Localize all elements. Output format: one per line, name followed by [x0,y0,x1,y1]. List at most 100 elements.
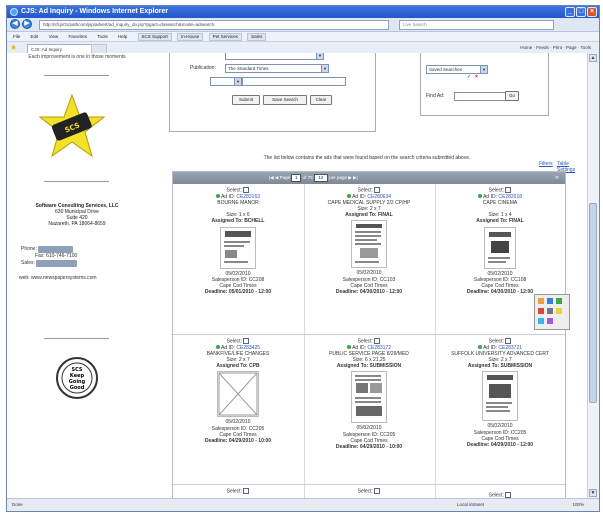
save-search-button[interactable]: Save Search [263,95,307,105]
criteria-select[interactable]: ▼ [210,77,242,86]
menu-edit[interactable]: Edit [31,34,39,39]
ad-title: BANKFIVE/LIFE CHANGES [206,350,270,357]
select-checkbox[interactable] [374,338,381,344]
per-page-select[interactable]: 12 [313,173,328,182]
page-label: Page [279,175,291,180]
scroll-up-arrow[interactable]: ▲ [589,54,597,62]
ad-thumbnail[interactable] [220,226,256,269]
ad-publication: Cape Cod Times [350,437,388,444]
address-input[interactable]: http://sfcjs01/pathcom/jsp/advert/ad_inq… [39,20,389,30]
ad-thumbnail[interactable] [351,371,387,424]
link-sales[interactable]: Sales [247,33,267,41]
feeds-button[interactable]: Feeds [536,45,549,50]
scroll-thumb[interactable] [589,203,597,403]
link-in-house[interactable]: In-House [177,33,204,41]
command-bar: Home · Feeds · Print · Page · Tools [520,45,591,50]
menu-file[interactable]: File [13,34,20,39]
select-checkbox[interactable] [505,187,512,193]
close-button[interactable]: × [587,7,597,17]
title-bar: CJS: Ad Inquiry - Windows Internet Explo… [7,6,599,18]
home-button[interactable]: Home [520,45,532,50]
ad-size: Size: 1 x 6 [226,212,250,219]
last-page-button[interactable]: ▶| [353,175,358,180]
ad-card: Select: Ad ID: CE282018 CAPE CINEMA Size… [435,187,565,295]
criteria-select-top[interactable]: ▼ [225,53,324,60]
ad-publication: Cape Cod Times [481,435,519,442]
select-checkbox[interactable] [374,187,381,193]
select-checkbox[interactable] [374,488,381,494]
page-menu[interactable]: Page [566,45,577,50]
next-page-button[interactable]: ▶ [348,175,351,180]
floating-widget-icon[interactable] [534,294,570,330]
page-input[interactable]: 1 [291,173,302,182]
ad-card: Select: Ad ID: CE280634 CAPE MEDICAL SUP… [304,187,434,295]
grid-tools-icon[interactable]: ⟳ [555,172,559,184]
ie-icon [10,8,18,16]
menu-help[interactable]: Help [118,34,127,39]
link-scs-support[interactable]: SCS Support [137,33,172,41]
ad-salesperson: Salesperson ID: CC205 [211,425,265,432]
maximize-button[interactable]: □ [576,7,586,17]
ad-id-link[interactable]: CE280634 [367,194,391,200]
minimize-button[interactable]: _ [565,7,575,17]
vertical-scrollbar[interactable]: ▲ ▼ [587,53,599,498]
ad-card: Select: Ad ID: CE283163 BOURNE MANOR Siz… [173,187,303,295]
ad-id-link[interactable]: CE283163 [236,194,260,200]
forward-button[interactable]: ▶ [22,19,32,29]
ad-id-link[interactable]: CE283172 [367,345,391,351]
ad-thumbnail[interactable] [484,226,516,269]
ad-thumbnail-placeholder[interactable] [217,371,259,418]
seal-icon: SCS Keep Going Good [56,357,98,399]
select-checkbox[interactable] [243,187,250,193]
ad-id-link[interactable]: CE283425 [236,345,260,351]
select-checkbox[interactable] [243,338,250,344]
publication-select[interactable]: The Standard Times ▼ [225,64,329,73]
criteria-input[interactable] [242,77,346,86]
find-ad-go-button[interactable]: Go [505,91,519,101]
submit-button[interactable]: Submit [232,95,260,105]
ad-card: Select: Ad ID: CE283425 BANKFIVE/LIFE CH… [173,338,303,444]
ad-id-link[interactable]: CE283721 [498,345,522,351]
checkmark-icon[interactable]: ✓ [467,74,471,80]
prev-page-button[interactable]: ◀ [275,175,278,180]
clear-button[interactable]: Clear [310,95,332,105]
results-grid: |◀ ◀ Page 1 of 75 12 per page ▶ ▶| ⟳ Sel… [172,171,566,498]
filters-link[interactable]: Filters [539,161,553,167]
ad-thumbnail[interactable] [482,371,518,422]
ad-id-label: Ad ID: [221,344,235,351]
select-checkbox[interactable] [505,338,512,344]
favorites-star-icon[interactable]: ★ [10,44,17,52]
first-page-button[interactable]: |◀ [269,175,274,180]
ad-id-link[interactable]: CE282018 [498,194,522,200]
ad-salesperson: Salesperson ID: CC205 [473,429,527,436]
results-note: The list below contains the ads that wer… [263,155,471,161]
scroll-down-arrow[interactable]: ▼ [589,489,597,497]
print-button[interactable]: Print [553,45,562,50]
sales-label: Sales: [21,260,35,266]
tools-menu[interactable]: Tools [580,45,591,50]
browser-window: CJS: Ad Inquiry - Windows Internet Explo… [6,5,600,512]
status-text: Done [12,502,23,507]
saved-searches-select[interactable]: Saved Searches ▼ [426,65,488,74]
ad-deadline: Deadline: 04/29/2010 - 10:00 [204,437,272,444]
back-button[interactable]: ◀ [10,19,20,29]
select-checkbox[interactable] [243,488,250,494]
find-ad-input[interactable] [454,92,506,101]
status-dot-icon [346,345,351,350]
ad-thumbnail[interactable] [351,220,387,269]
ad-publication: Cape Cod Times [219,431,257,438]
zoom-level[interactable]: 100% [572,499,584,511]
menu-view[interactable]: View [49,34,59,39]
search-criteria-box: ▼ Publication: The Standard Times ▼ ▼ Sub… [169,53,376,132]
delete-icon[interactable]: × [475,74,478,80]
menu-favorites[interactable]: Favorites [69,34,88,39]
divider [44,75,109,76]
ad-deadline: Deadline: 04/30/2010 - 12:00 [466,289,534,296]
menu-tools[interactable]: Tools [97,34,108,39]
search-input[interactable]: Live Search [399,20,554,30]
select-label: Select: [488,338,504,345]
website-link[interactable]: web: www.newspapersystems.com [19,275,97,281]
ad-assigned: Assigned To: SUBMISSION [467,363,533,370]
left-sidebar: Each improvement is one in those moments… [7,53,147,498]
link-pet-services[interactable]: Pet Services [208,33,242,41]
